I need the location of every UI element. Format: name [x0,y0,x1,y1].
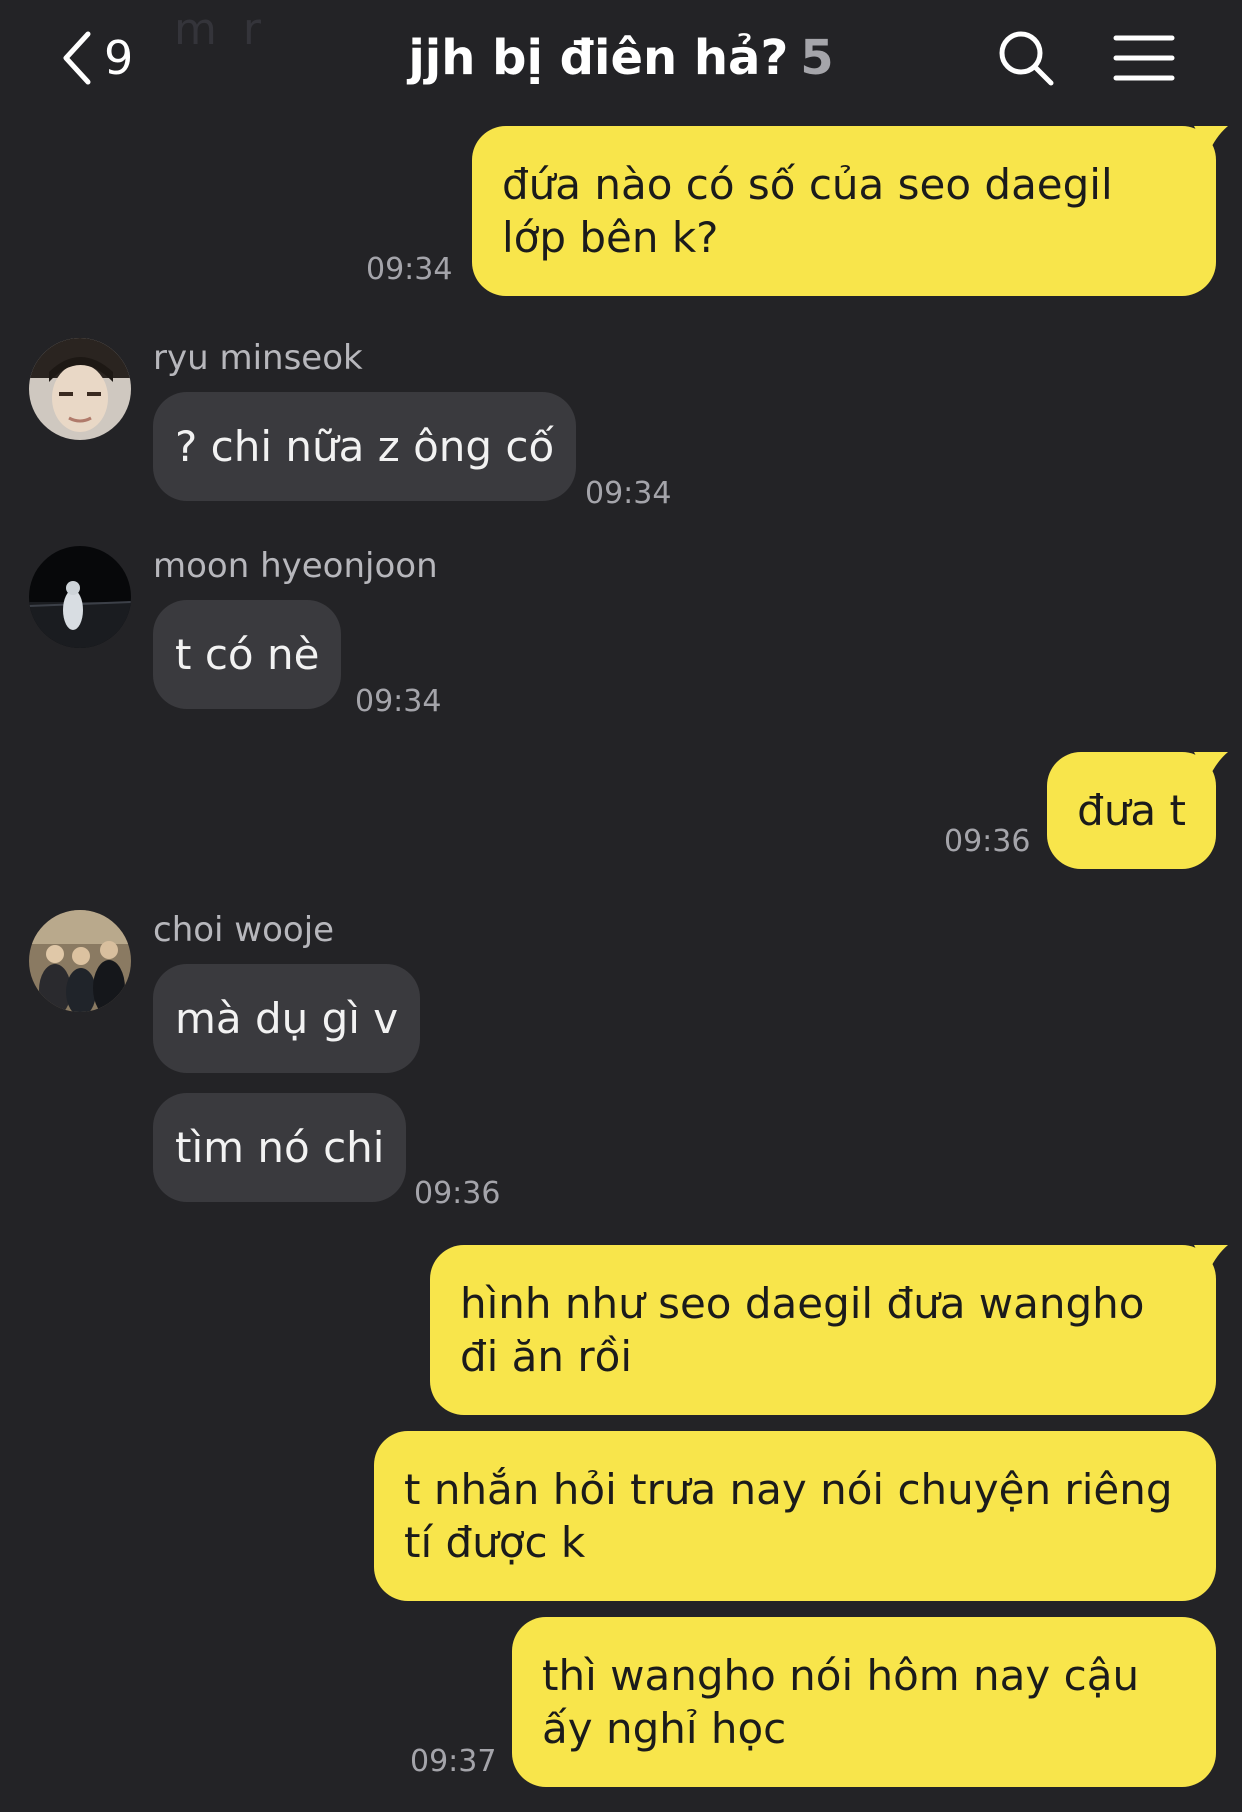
incoming-message-bubble[interactable]: mà dụ gì v [153,964,421,1073]
menu-icon[interactable] [1112,28,1176,88]
sender-name: moon hyeonjoon [153,546,438,586]
incoming-message-bubble[interactable]: t có nè [153,600,342,709]
message-text: thì wangho nói hôm nay cậu ấy nghỉ học [542,1651,1140,1753]
message-time: 09:34 [585,476,672,511]
message-time: 09:34 [366,252,453,287]
outgoing-message-bubble[interactable]: đưa t [1047,752,1228,869]
message-text: t có nè [175,630,320,679]
message-text: mà dụ gì v [175,994,399,1043]
message-text: đưa t [1077,786,1186,835]
sender-name: ryu minseok [153,338,363,378]
avatar-ryu-minseok[interactable] [29,338,131,440]
member-count: 5 [800,30,834,86]
search-icon[interactable] [996,28,1056,88]
avatar-moon-hyeonjoon[interactable] [29,546,131,648]
message-text: hình như seo daegil đưa wangho đi ăn rồi [460,1279,1145,1381]
avatar-photo [29,546,131,648]
avatar-photo [29,338,131,440]
message-time: 09:34 [355,684,442,719]
chat-title-text: jjh bị điên hả? [408,30,789,86]
message-time: 09:37 [410,1744,497,1779]
chat-header: 9 m r jjh bị điên hả? 5 [0,0,1242,120]
bubble-tail [1194,126,1228,154]
message-time: 09:36 [944,824,1031,859]
avatar-choi-wooje[interactable] [29,910,131,1012]
sender-name: choi wooje [153,910,335,950]
incoming-message-bubble[interactable]: ? chi nữa z ông cố [153,392,577,501]
message-text: đứa nào có số của seo daegil lớp bên k? [502,160,1113,262]
avatar-photo [29,910,131,1012]
outgoing-message-bubble[interactable]: hình như seo daegil đưa wangho đi ăn rồi [430,1245,1228,1415]
bubble-tail [1194,1245,1228,1273]
bubble-tail [1194,752,1228,780]
message-time: 09:36 [414,1176,501,1211]
outgoing-message-bubble[interactable]: t nhắn hỏi trưa nay nói chuyện riêng tí … [374,1431,1216,1601]
outgoing-message-bubble[interactable]: thì wangho nói hôm nay cậu ấy nghỉ học [512,1617,1216,1787]
outgoing-message-bubble[interactable]: đứa nào có số của seo daegil lớp bên k? [472,126,1228,296]
message-text: t nhắn hỏi trưa nay nói chuyện riêng tí … [404,1465,1173,1567]
message-text: tìm nó chi [175,1123,385,1172]
incoming-message-bubble[interactable]: tìm nó chi [153,1093,407,1202]
message-text: ? chi nữa z ông cố [175,422,555,471]
